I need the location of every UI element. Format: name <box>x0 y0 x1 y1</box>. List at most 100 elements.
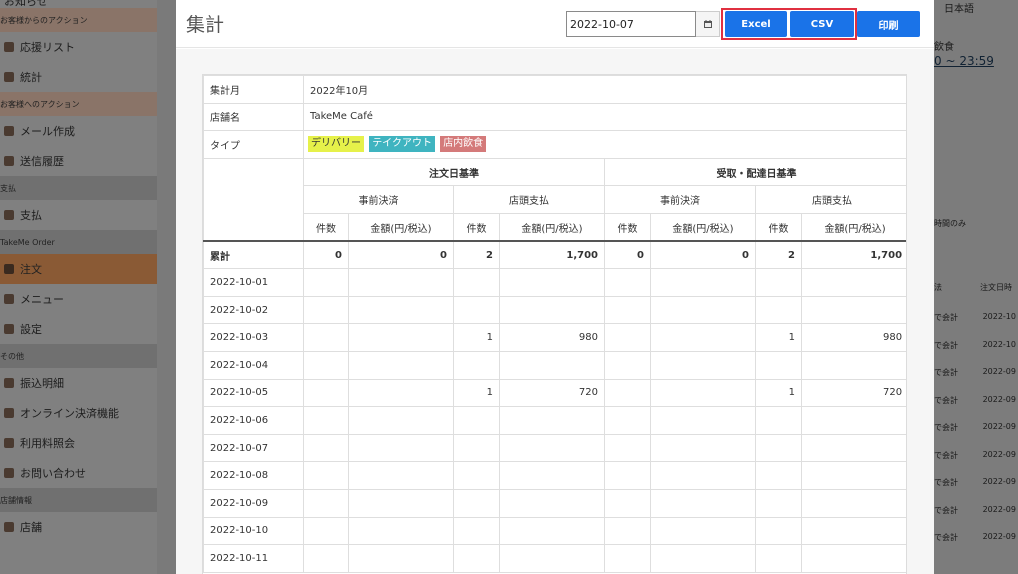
table-row: 2022-10-02 <box>203 295 906 325</box>
bg-cell: 2022-09 <box>982 422 1016 431</box>
sidebar-item-label: メニュー <box>20 293 64 306</box>
bg-table-row: で会計 2022-10 <box>934 312 1018 323</box>
bg-cell: で会計 <box>934 478 958 487</box>
table-cell <box>800 433 906 463</box>
sidebar-item[interactable]: 統計 <box>0 62 157 92</box>
header-prepaid: 事前決済 <box>604 185 756 214</box>
badge-takeout: テイクアウト <box>369 136 435 153</box>
table-cell <box>604 516 651 546</box>
table-cell <box>348 295 454 325</box>
sidebar-item[interactable]: オンライン決済機能 <box>0 398 157 428</box>
sidebar-item[interactable]: 店舗 <box>0 512 157 542</box>
table-row: 2022-10-03 1 980 1 980 <box>203 323 906 352</box>
bg-text: 時間のみ <box>934 219 966 228</box>
table-cell <box>453 268 500 297</box>
table-cell <box>650 378 756 408</box>
table-cell <box>499 350 605 380</box>
sidebar-item-label: 店舗 <box>20 521 42 534</box>
table-cell <box>303 406 349 435</box>
modal-body: 集計月 2022年10月 店舗名 TakeMe Café タイプ デリバリー テ… <box>176 49 934 574</box>
header-order-date: 注文日基準 <box>303 157 605 187</box>
sidebar-item-label: オンライン決済機能 <box>20 407 119 420</box>
header-store-pay: 店頭支払 <box>754 185 906 214</box>
row-date: 2022-10-09 <box>203 488 304 518</box>
receipt-icon <box>4 438 14 448</box>
sidebar-item[interactable]: メニュー <box>0 284 157 314</box>
table-cell <box>650 516 756 546</box>
row-date: 2022-10-05 <box>203 378 304 408</box>
language-selector[interactable]: 日本語 <box>944 0 974 15</box>
header-row-groups: 注文日基準 受取・配達日基準 <box>203 157 906 243</box>
bg-table-row: で会計 2022-09 <box>934 367 1018 378</box>
table-cell <box>800 406 906 435</box>
calendar-button[interactable] <box>696 11 720 37</box>
sidebar-item[interactable]: 振込明細 <box>0 368 157 398</box>
sidebar-item-label: 注文 <box>20 263 42 276</box>
table-cell <box>303 378 349 408</box>
heart-icon <box>4 42 14 52</box>
table-cell: 720 <box>499 378 605 408</box>
table-cell <box>499 461 605 490</box>
bg-table-row: で会計 2022-09 <box>934 505 1018 516</box>
sidebar-item-notice[interactable]: お知らせ <box>0 0 157 8</box>
bg-col-header: 法 <box>934 283 942 292</box>
bg-hours-link[interactable]: 0 ~ 23:59 <box>934 54 994 68</box>
modal-title: 集計 <box>186 14 225 36</box>
table-cell <box>650 350 756 380</box>
bg-cell: で会計 <box>934 505 958 515</box>
date-input[interactable] <box>566 11 696 37</box>
info-label: 店舗名 <box>203 102 304 132</box>
table-cell <box>453 544 500 573</box>
sidebar-item-label: 設定 <box>20 323 42 336</box>
table-row: 2022-10-10 <box>203 516 906 546</box>
table-cell <box>499 268 605 297</box>
table-cell <box>303 323 349 352</box>
table-cell: 1,700 <box>499 240 605 270</box>
pencil-icon <box>4 126 14 136</box>
header-count: 件数 <box>604 212 651 243</box>
table-cell <box>755 295 802 325</box>
question-icon <box>4 468 14 478</box>
summary-modal: 集計 Excel CSV 印刷 <box>176 0 934 574</box>
table-row: 2022-10-05 1 720 1 720 <box>203 378 906 408</box>
bg-cell: で会計 <box>934 395 958 405</box>
table-cell <box>348 488 454 518</box>
header-count: 件数 <box>453 212 500 243</box>
info-row-month: 集計月 2022年10月 <box>203 75 906 104</box>
table-cell <box>303 295 349 325</box>
bg-table-row: で会計 2022-09 <box>934 422 1018 433</box>
sidebar-item[interactable]: 利用料照会 <box>0 428 157 458</box>
table-cell <box>650 461 756 490</box>
table-cell <box>348 461 454 490</box>
sidebar-item[interactable]: お問い合わせ <box>0 458 157 488</box>
sidebar-item[interactable]: 応援リスト <box>0 32 157 62</box>
print-button[interactable]: 印刷 <box>857 11 920 37</box>
table-cell <box>604 295 651 325</box>
table-cell <box>499 433 605 463</box>
table-cell <box>650 406 756 435</box>
header-amount: 金額(円/税込) <box>499 212 605 243</box>
table-cell: 720 <box>800 378 906 408</box>
table-row: 2022-10-08 <box>203 461 906 490</box>
sidebar-section-header: 支払 <box>0 176 157 200</box>
table-cell: 980 <box>800 323 906 352</box>
table-cell <box>755 433 802 463</box>
sidebar-item[interactable]: 支払 <box>0 200 157 230</box>
csv-button[interactable]: CSV <box>790 11 854 37</box>
sidebar-item[interactable]: メール作成 <box>0 116 157 146</box>
table-cell <box>453 488 500 518</box>
table-row: 2022-10-07 <box>203 433 906 463</box>
sidebar-item[interactable]: 注文 <box>0 254 157 284</box>
header-store-pay: 店頭支払 <box>453 185 605 214</box>
sidebar-item[interactable]: 設定 <box>0 314 157 344</box>
clock-icon <box>4 156 14 166</box>
info-label: タイプ <box>203 130 304 159</box>
table-cell <box>303 488 349 518</box>
table-cell: 1 <box>453 378 500 408</box>
sidebar-section-header: お客様へのアクション <box>0 92 157 116</box>
excel-button[interactable]: Excel <box>725 11 787 37</box>
table-cell <box>650 544 756 573</box>
sidebar-item[interactable]: 送信履歴 <box>0 146 157 176</box>
type-badges: デリバリー テイクアウト 店内飲食 <box>302 130 906 159</box>
bg-text: 飲食 <box>934 42 954 53</box>
